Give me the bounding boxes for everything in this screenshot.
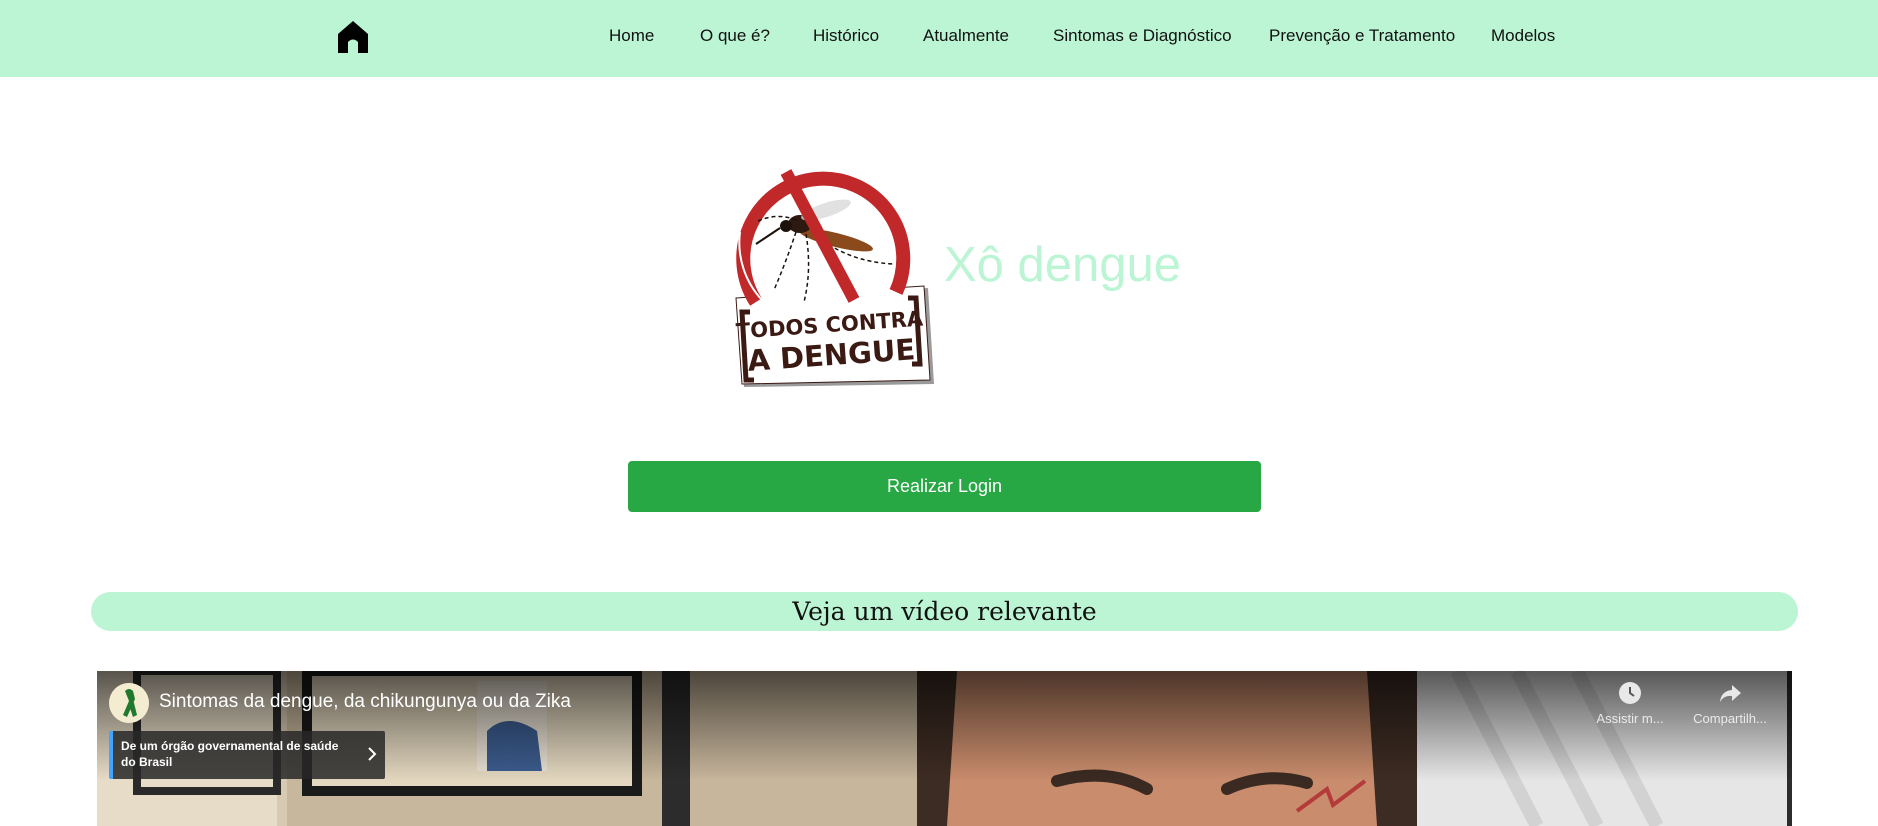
watch-later-label: Assistir m... <box>1596 711 1664 726</box>
channel-avatar-ribbon-icon[interactable] <box>109 683 149 723</box>
nav-link-sintomas-diagnostico[interactable]: Sintomas e Diagnóstico <box>1053 26 1232 46</box>
video-section-heading-text: Veja um vídeo relevante <box>792 597 1097 626</box>
embedded-video-player[interactable]: Sintomas da dengue, da chikungunya ou da… <box>97 671 1792 826</box>
chevron-right-icon <box>368 747 377 761</box>
watch-later-button[interactable]: Assistir m... <box>1585 681 1675 731</box>
nav-link-historico[interactable]: Histórico <box>813 26 879 46</box>
site-title: Xô dengue <box>944 238 1182 292</box>
video-info-card[interactable]: De um órgão governamental de saúde do Br… <box>109 731 385 779</box>
nav-link-atualmente[interactable]: Atualmente <box>923 26 1009 46</box>
nav-link-o-que-e[interactable]: O que é? <box>700 26 770 46</box>
nav-link-home[interactable]: Home <box>609 26 654 46</box>
video-info-card-text: De um órgão governamental de saúde do Br… <box>121 739 339 769</box>
clock-icon <box>1619 682 1641 704</box>
home-icon[interactable] <box>337 20 369 53</box>
video-title[interactable]: Sintomas da dengue, da chikungunya ou da… <box>159 691 571 713</box>
nav-link-prevencao-tratamento[interactable]: Prevenção e Tratamento <box>1269 26 1455 46</box>
video-section-heading: Veja um vídeo relevante <box>91 592 1798 631</box>
top-navbar: Home O que é? Histórico Atualmente Sinto… <box>0 0 1878 77</box>
share-button[interactable]: Compartilh... <box>1685 681 1775 731</box>
login-button[interactable]: Realizar Login <box>628 461 1261 512</box>
nav-link-modelos[interactable]: Modelos <box>1491 26 1555 46</box>
share-label: Compartilh... <box>1693 711 1767 726</box>
todos-contra-a-dengue-logo: TODOS CONTRA A DENGUE <box>735 158 934 387</box>
share-icon <box>1720 685 1741 702</box>
